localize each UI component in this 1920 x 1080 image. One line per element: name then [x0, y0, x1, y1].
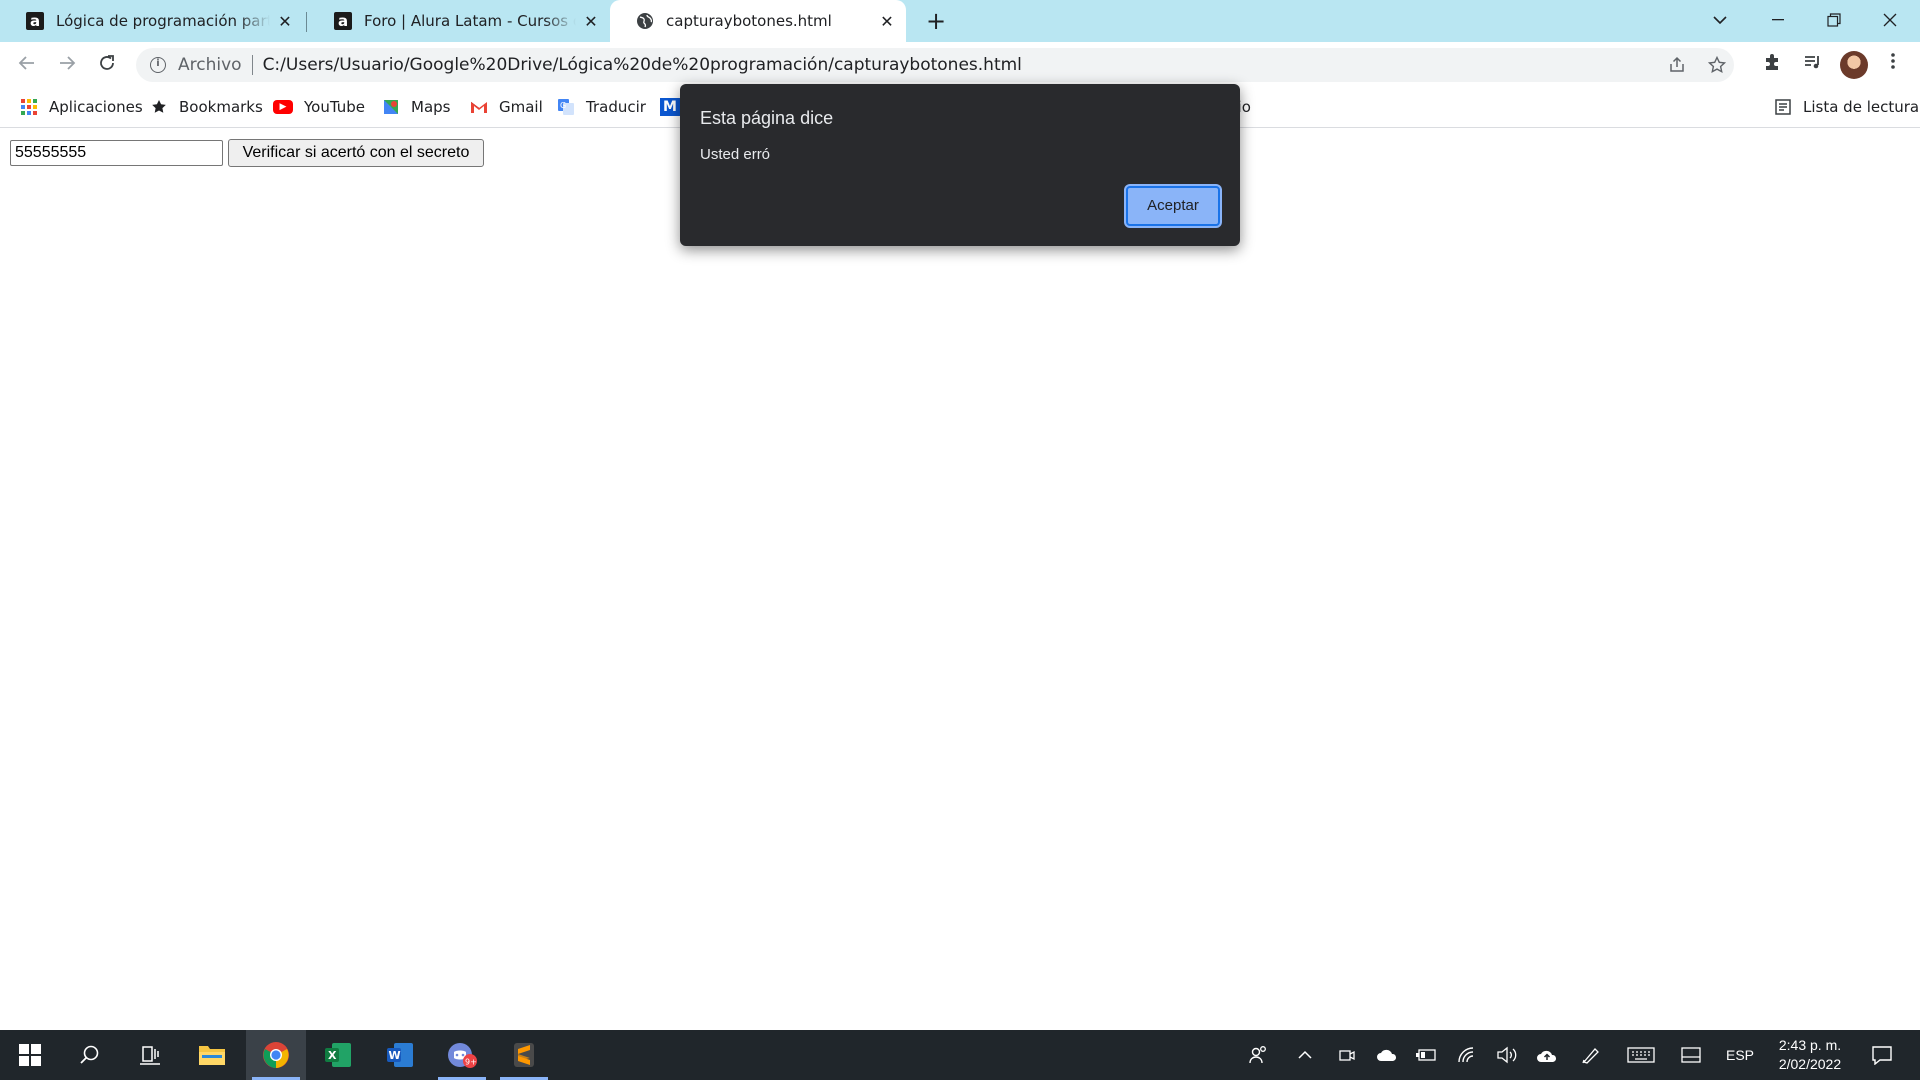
- alert-dialog: Esta página dice Usted erró Aceptar: [680, 84, 1240, 246]
- bookmark-label: Traducir: [586, 98, 646, 116]
- address-bar[interactable]: i Archivo C:/Users/Usuario/Google%20Driv…: [136, 48, 1734, 82]
- tab-foro-alura[interactable]: a Foro | Alura Latam - Cursos online ✕: [308, 0, 610, 42]
- reading-list-label: Lista de lectura: [1803, 98, 1920, 116]
- reading-list-icon: [1774, 98, 1792, 116]
- apps-grid-icon: [20, 98, 38, 116]
- tab-divider: [306, 12, 307, 32]
- bookmark-star-icon[interactable]: [1708, 48, 1726, 82]
- word-icon[interactable]: W: [370, 1030, 430, 1080]
- bookmark-label: YouTube: [304, 98, 365, 116]
- wifi-icon[interactable]: [1452, 1030, 1482, 1080]
- show-hidden-icons-chevron-icon[interactable]: [1290, 1030, 1320, 1080]
- touch-keyboard-icon[interactable]: [1624, 1030, 1658, 1080]
- discord-icon[interactable]: 9+: [432, 1030, 492, 1080]
- globe-icon: [636, 12, 654, 30]
- onedrive-icon[interactable]: [1372, 1030, 1402, 1080]
- alert-ok-button[interactable]: Aceptar: [1126, 186, 1220, 226]
- svg-text:G: G: [560, 101, 566, 110]
- input-language[interactable]: ESP: [1720, 1030, 1760, 1080]
- alert-title: Esta página dice: [700, 108, 834, 128]
- youtube-icon: ▶: [273, 100, 293, 114]
- restore-button[interactable]: [1806, 0, 1862, 40]
- pen-workspace-icon[interactable]: [1576, 1030, 1606, 1080]
- system-clock[interactable]: 2:43 p. m. 2/02/2022: [1760, 1036, 1860, 1074]
- file-scheme-label: Archivo: [178, 55, 242, 75]
- tab-search-chevron-icon[interactable]: [1692, 0, 1748, 40]
- task-view-icon[interactable]: [120, 1030, 180, 1080]
- close-icon[interactable]: ✕: [872, 12, 902, 31]
- gmail-icon: [470, 98, 488, 116]
- menu-kebab-icon[interactable]: [1880, 52, 1906, 78]
- url-text[interactable]: C:/Users/Usuario/Google%20Drive/Lógica%2…: [263, 55, 1022, 75]
- scheme-divider: [251, 55, 253, 75]
- file-explorer-icon[interactable]: [182, 1030, 242, 1080]
- reading-list-button[interactable]: Lista de lectura: [1774, 88, 1919, 126]
- bookmark-aplicaciones[interactable]: Aplicaciones: [20, 88, 143, 126]
- notification-badge: 9+: [465, 1058, 477, 1067]
- chrome-icon[interactable]: [246, 1030, 306, 1080]
- display-icon[interactable]: [1676, 1030, 1706, 1080]
- translate-icon: G: [557, 98, 575, 116]
- windows-start-icon[interactable]: [0, 1030, 60, 1080]
- meet-now-icon[interactable]: [1332, 1030, 1362, 1080]
- tab-strip: a Lógica de programación parte 2: A ✕ a …: [0, 0, 1920, 42]
- site-info-icon[interactable]: i: [150, 57, 166, 73]
- tab-logica-programacion[interactable]: a Lógica de programación parte 2: A ✕: [0, 0, 304, 42]
- notifications-icon[interactable]: [1862, 1030, 1902, 1080]
- tab-capturaybotones[interactable]: capturaybotones.html ✕: [610, 0, 906, 42]
- excel-icon[interactable]: X: [308, 1030, 368, 1080]
- maps-icon: [382, 98, 400, 116]
- minimize-button[interactable]: [1750, 0, 1806, 40]
- extensions-icon[interactable]: [1760, 52, 1786, 78]
- close-window-button[interactable]: [1862, 0, 1918, 40]
- verify-secret-button[interactable]: Verificar si acertó con el secreto: [228, 139, 484, 167]
- alura-icon: a: [26, 12, 44, 30]
- new-tab-button[interactable]: +: [922, 8, 950, 36]
- volume-icon[interactable]: [1492, 1030, 1522, 1080]
- svg-text:W: W: [389, 1049, 401, 1062]
- m-icon: M: [660, 98, 680, 116]
- tab-title: Foro | Alura Latam - Cursos online: [364, 12, 576, 30]
- bookmark-label: Maps: [411, 98, 451, 116]
- reload-button[interactable]: [92, 50, 122, 80]
- people-icon[interactable]: [1240, 1030, 1276, 1080]
- bookmark-gmail[interactable]: Gmail: [470, 88, 543, 126]
- windows-taskbar: X W 9+ ESP 2:43 p. m. 2/02/2022: [0, 1030, 1920, 1080]
- browser-toolbar: i Archivo C:/Users/Usuario/Google%20Driv…: [0, 42, 1920, 88]
- close-icon[interactable]: ✕: [270, 12, 300, 31]
- profile-avatar[interactable]: [1840, 51, 1868, 79]
- tab-title: Lógica de programación parte 2: A: [56, 12, 270, 30]
- alert-message: Usted erró: [700, 146, 771, 163]
- bookmark-maps[interactable]: Maps: [382, 88, 450, 126]
- media-controls-icon[interactable]: [1800, 52, 1826, 78]
- clock-time: 2:43 p. m.: [1778, 1037, 1842, 1053]
- bookmark-label: Bookmarks: [179, 98, 263, 116]
- close-icon[interactable]: ✕: [576, 12, 606, 31]
- forward-button[interactable]: [52, 50, 82, 80]
- tab-title: capturaybotones.html: [666, 12, 832, 30]
- secret-number-input[interactable]: 55555555: [10, 140, 223, 166]
- search-icon[interactable]: [60, 1030, 120, 1080]
- sublime-text-icon[interactable]: [494, 1030, 554, 1080]
- clock-date: 2/02/2022: [1778, 1056, 1842, 1072]
- back-button[interactable]: [12, 50, 42, 80]
- svg-text:X: X: [328, 1049, 337, 1062]
- cloud-upload-icon[interactable]: [1532, 1030, 1562, 1080]
- alura-icon: a: [334, 12, 352, 30]
- battery-icon[interactable]: [1412, 1030, 1442, 1080]
- bookmark-bookmarks[interactable]: Bookmarks: [150, 88, 263, 126]
- bookmark-label: Gmail: [499, 98, 543, 116]
- star-icon: [150, 98, 168, 116]
- bookmark-youtube[interactable]: ▶ YouTube: [273, 88, 365, 126]
- bookmark-traducir[interactable]: G Traducir: [557, 88, 646, 126]
- bookmark-label: Aplicaciones: [49, 98, 143, 116]
- share-icon[interactable]: [1668, 48, 1686, 82]
